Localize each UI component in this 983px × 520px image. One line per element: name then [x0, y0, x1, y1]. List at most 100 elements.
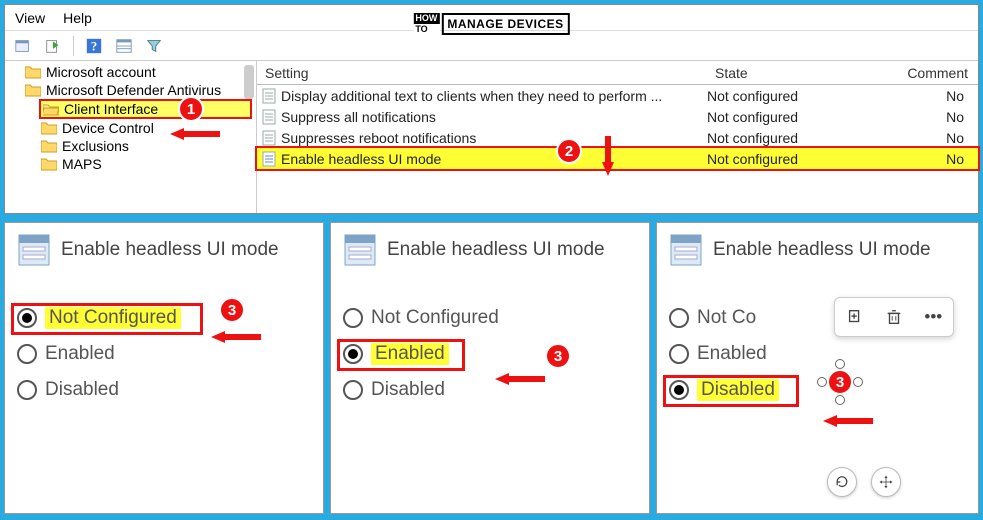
col-comment[interactable]: Comment	[877, 65, 978, 81]
policy-dialog-icon	[17, 233, 51, 267]
tree-item-client-interface[interactable]: Client Interface	[39, 99, 252, 119]
setting-comment: No	[877, 130, 978, 146]
help-icon[interactable]: ?	[84, 36, 104, 56]
list-row-highlighted[interactable]: Enable headless UI mode Not configured N…	[257, 148, 978, 169]
trash-icon[interactable]	[884, 307, 904, 327]
col-state[interactable]: State	[707, 65, 877, 81]
radio-label: Enabled	[697, 343, 767, 365]
annotation-arrow-3	[823, 415, 837, 427]
annotation-badge-1: 1	[178, 96, 204, 122]
setting-comment: No	[877, 88, 978, 104]
folder-icon	[41, 121, 57, 135]
nav-back-icon[interactable]	[13, 36, 33, 56]
setting-comment: No	[877, 109, 978, 125]
annotation-badge-2: 2	[556, 138, 582, 164]
tree-item-exclusions[interactable]: Exclusions	[39, 137, 252, 155]
folder-icon	[41, 139, 57, 153]
tree-label: Microsoft account	[46, 64, 156, 80]
radio-label: Disabled	[371, 379, 445, 401]
radio-group: Not Configured Enabled Disabled	[343, 307, 637, 401]
setting-name: Enable headless UI mode	[281, 151, 441, 167]
radio-enabled[interactable]: Enabled	[343, 343, 637, 365]
tree-label: MAPS	[62, 156, 102, 172]
scrollbar-thumb[interactable]	[244, 65, 254, 99]
radio-icon	[17, 380, 37, 400]
radio-disabled[interactable]: Disabled	[343, 379, 637, 401]
tree-label: Device Control	[62, 120, 154, 136]
nav-forward-icon[interactable]	[43, 36, 63, 56]
radio-label: Not Co	[697, 307, 756, 329]
annotation-arrow-1	[170, 128, 184, 140]
settings-list: Setting State Comment Display additional…	[257, 61, 978, 213]
more-icon[interactable]: •••	[923, 307, 943, 327]
policy-icon	[261, 130, 277, 146]
radio-disabled[interactable]: Disabled	[17, 379, 311, 401]
filter-icon[interactable]	[144, 36, 164, 56]
radio-not-configured[interactable]: Not Configured	[17, 307, 311, 329]
radio-icon	[669, 344, 689, 364]
setting-name: Display additional text to clients when …	[281, 88, 662, 104]
radio-not-configured[interactable]: Not Configured	[343, 307, 637, 329]
radio-icon	[343, 308, 363, 328]
policy-dialog-icon	[669, 233, 703, 267]
tree-item-defender[interactable]: Microsoft Defender Antivirus	[23, 81, 252, 99]
setting-state: Not configured	[707, 151, 877, 167]
policy-dialog-enabled: Enable headless UI mode Not Configured E…	[330, 222, 650, 514]
radio-label: Not Configured	[371, 307, 499, 329]
policy-icon	[261, 109, 277, 125]
list-row[interactable]: Display additional text to clients when …	[257, 85, 978, 106]
folder-icon	[25, 83, 41, 97]
policy-dialog-disabled: Enable headless UI mode Not Co Enabled D…	[656, 222, 979, 514]
copy-icon[interactable]	[845, 307, 865, 327]
radio-enabled[interactable]: Enabled	[669, 343, 966, 365]
dialog-title: Enable headless UI mode	[713, 239, 931, 261]
radio-icon	[17, 344, 37, 364]
annotation-badge-3: 3	[545, 343, 571, 369]
annotation-arrow-3	[495, 373, 509, 385]
list-header: Setting State Comment	[257, 61, 978, 85]
folder-icon	[41, 157, 57, 171]
radio-label: Enabled	[45, 343, 115, 365]
policy-dialog-icon	[343, 233, 377, 267]
setting-name: Suppresses reboot notifications	[281, 130, 476, 146]
radio-icon	[343, 380, 363, 400]
radio-label: Disabled	[45, 379, 119, 401]
annotation-arrow-3	[211, 331, 225, 343]
policy-icon	[261, 88, 277, 104]
tree-item-device-control[interactable]: Device Control	[39, 119, 252, 137]
radio-group: Not Configured Enabled Disabled	[17, 307, 311, 401]
annotation-badge-3: 3	[219, 297, 245, 323]
dialog-title: Enable headless UI mode	[61, 239, 279, 261]
list-row[interactable]: Suppresses reboot notifications Not conf…	[257, 127, 978, 148]
radio-enabled[interactable]: Enabled	[17, 343, 311, 365]
policy-dialog-not-configured: Enable headless UI mode Not Configured E…	[4, 222, 324, 514]
menubar: View Help	[5, 5, 978, 31]
gpedit-window: View Help ? Microsoft account	[4, 4, 979, 214]
setting-comment: No	[877, 151, 978, 167]
annotation-badge-3: 3	[827, 369, 853, 395]
setting-name: Suppress all notifications	[281, 109, 436, 125]
toolbar: ?	[5, 31, 978, 61]
setting-state: Not configured	[707, 88, 877, 104]
tree-label: Client Interface	[64, 101, 158, 117]
details-view-icon[interactable]	[114, 36, 134, 56]
folder-open-icon	[43, 102, 59, 116]
folder-icon	[25, 65, 41, 79]
menu-help[interactable]: Help	[63, 10, 92, 26]
policy-icon	[261, 151, 277, 167]
radio-icon	[669, 308, 689, 328]
dialog-title: Enable headless UI mode	[387, 239, 605, 261]
toolbar-separator	[73, 36, 74, 56]
move-button[interactable]	[871, 467, 901, 497]
rotate-button[interactable]	[827, 467, 857, 497]
svg-text:?: ?	[91, 39, 97, 53]
editor-toolbar: •••	[834, 297, 954, 337]
tree-label: Exclusions	[62, 138, 129, 154]
tree-item-maps[interactable]: MAPS	[39, 155, 252, 173]
tree-pane[interactable]: Microsoft account Microsoft Defender Ant…	[5, 61, 257, 213]
list-row[interactable]: Suppress all notifications Not configure…	[257, 106, 978, 127]
annotation-arrow-2	[602, 162, 614, 176]
tree-item-microsoft-account[interactable]: Microsoft account	[23, 63, 252, 81]
col-setting[interactable]: Setting	[257, 65, 707, 81]
menu-view[interactable]: View	[15, 10, 45, 26]
